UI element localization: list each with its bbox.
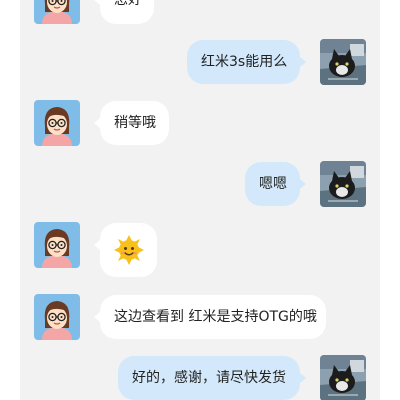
- agent-avatar-icon[interactable]: [34, 0, 80, 24]
- message-text: 稍等哦: [114, 115, 156, 131]
- message-bubble-incoming: 稍等哦: [94, 101, 169, 145]
- message-bubble-incoming: 这边查看到 红米是支持OTG的哦: [94, 295, 326, 339]
- message-bubble-outgoing: 嗯嗯: [245, 162, 306, 206]
- message-text: 嗯嗯: [259, 176, 287, 192]
- message-bubble-outgoing: 好的，感谢，请尽快发货: [118, 356, 306, 400]
- chat-area[interactable]: 您好 红米3s能用么 稍等哦 嗯嗯 这边查看到 红米是支持OTG的哦 好的，感谢…: [20, 0, 380, 400]
- smiling-sun-emoji-icon: [114, 235, 144, 265]
- cat-avatar-icon[interactable]: [320, 161, 366, 207]
- agent-avatar-icon[interactable]: [34, 100, 80, 146]
- message-text: 这边查看到 红米是支持OTG的哦: [114, 309, 317, 325]
- cat-avatar-icon[interactable]: [320, 355, 366, 400]
- message-text: 好的，感谢，请尽快发货: [132, 370, 286, 386]
- message-text: 红米3s能用么: [201, 54, 288, 70]
- cat-avatar-icon[interactable]: [320, 39, 366, 85]
- agent-avatar-icon[interactable]: [34, 222, 80, 268]
- message-bubble-incoming: 您好: [94, 0, 154, 24]
- message-text: 您好: [114, 0, 142, 8]
- message-bubble-outgoing: 红米3s能用么: [187, 40, 306, 84]
- agent-avatar-icon[interactable]: [34, 294, 80, 340]
- message-bubble-incoming: [94, 223, 157, 277]
